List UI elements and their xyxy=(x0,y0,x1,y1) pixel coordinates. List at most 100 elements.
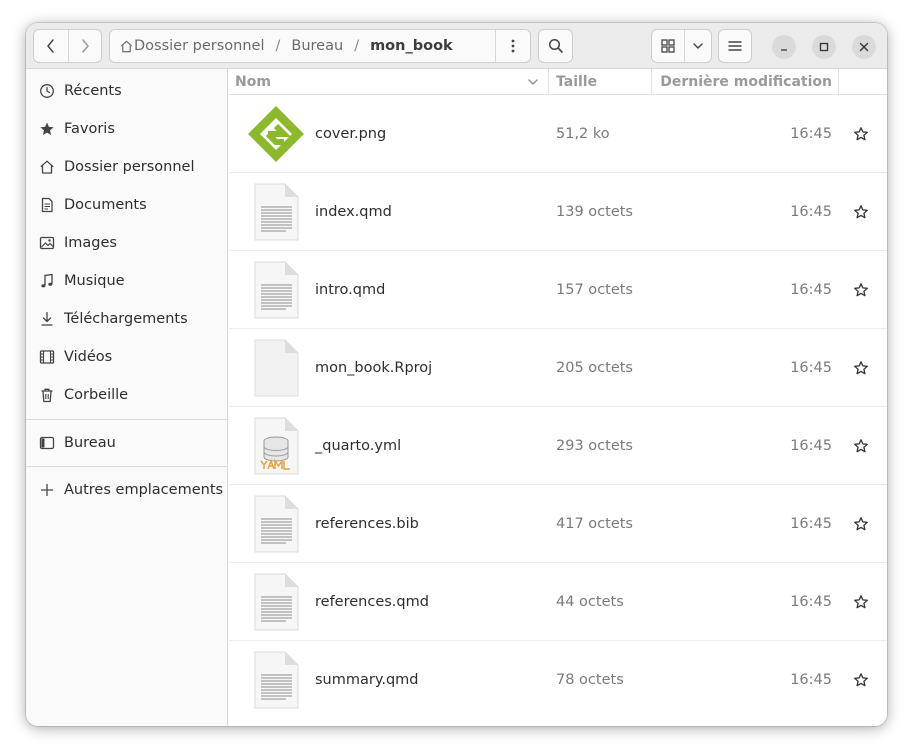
sidebar-item-music[interactable]: Musique xyxy=(26,262,227,300)
sidebar-item-videos[interactable]: Vidéos xyxy=(26,338,227,376)
maximize-button[interactable] xyxy=(812,35,836,59)
text-file-icon xyxy=(245,181,307,243)
file-modified: 16:45 xyxy=(790,516,832,532)
breadcrumb-home[interactable]: Dossier personnel xyxy=(134,38,265,54)
file-modified: 16:45 xyxy=(790,438,832,454)
star-outline-icon[interactable] xyxy=(853,360,869,376)
file-size: 51,2 ko xyxy=(556,126,610,142)
column-header-size[interactable]: Taille xyxy=(556,69,650,95)
file-row[interactable]: references.qmd 44 octets 16:45 xyxy=(229,563,887,641)
view-switcher xyxy=(651,29,712,63)
grid-view-button[interactable] xyxy=(652,30,684,62)
breadcrumb-bureau[interactable]: Bureau xyxy=(291,38,343,54)
back-button[interactable] xyxy=(34,30,68,62)
chevron-down-icon xyxy=(693,43,703,49)
yaml-file-icon xyxy=(245,415,307,477)
file-name: references.bib xyxy=(315,516,419,532)
trash-icon xyxy=(26,387,64,403)
star-outline-icon[interactable] xyxy=(853,516,869,532)
file-row[interactable]: summary.qmd 78 octets 16:45 xyxy=(229,641,887,719)
text-file-icon xyxy=(245,493,307,555)
star-outline-icon[interactable] xyxy=(853,204,869,220)
home-icon[interactable] xyxy=(110,39,134,54)
star-outline-icon[interactable] xyxy=(853,594,869,610)
file-name: references.qmd xyxy=(315,594,429,610)
column-header-modified[interactable]: Dernière modification xyxy=(652,69,832,95)
file-row[interactable]: cover.png 51,2 ko 16:45 xyxy=(229,95,887,173)
star-outline-icon[interactable] xyxy=(853,126,869,142)
star-outline-icon[interactable] xyxy=(853,282,869,298)
text-file-icon xyxy=(245,649,307,711)
sidebar-item-favorites[interactable]: Favoris xyxy=(26,110,227,148)
file-size: 139 octets xyxy=(556,204,633,220)
sidebar-item-other-locations[interactable]: Autres emplacements xyxy=(26,471,227,509)
sidebar-item-images[interactable]: Images xyxy=(26,224,227,262)
sidebar-item-label: Corbeille xyxy=(64,387,129,403)
file-name: summary.qmd xyxy=(315,672,419,688)
breadcrumb-separator: / xyxy=(275,38,281,54)
file-name: index.qmd xyxy=(315,204,392,220)
path-bar: Dossier personnel / Bureau / mon_book xyxy=(109,29,531,63)
view-options-button[interactable] xyxy=(684,30,711,62)
download-icon xyxy=(26,311,64,327)
column-header-label: Dernière modification xyxy=(660,74,832,90)
chevron-right-icon xyxy=(82,39,89,53)
file-modified: 16:45 xyxy=(790,672,832,688)
file-row[interactable]: mon_book.Rproj 205 octets 16:45 xyxy=(229,329,887,407)
sidebar-item-recents[interactable]: Récents xyxy=(26,72,227,110)
forward-button[interactable] xyxy=(67,30,102,62)
file-size: 293 octets xyxy=(556,438,633,454)
file-row[interactable]: _quarto.yml 293 octets 16:45 xyxy=(229,407,887,485)
sidebar-item-label: Documents xyxy=(64,197,147,213)
star-outline-icon[interactable] xyxy=(853,672,869,688)
sidebar-item-label: Téléchargements xyxy=(64,311,188,327)
search-icon xyxy=(548,38,563,53)
column-header-label: Nom xyxy=(235,74,271,90)
close-button[interactable] xyxy=(852,35,876,59)
sidebar-item-home[interactable]: Dossier personnel xyxy=(26,148,227,186)
sidebar-item-label: Vidéos xyxy=(64,349,113,365)
search-button[interactable] xyxy=(538,29,573,63)
close-icon xyxy=(859,42,869,52)
sidebar-item-label: Images xyxy=(64,235,117,251)
grid-icon xyxy=(661,39,675,53)
file-row[interactable]: references.bib 417 octets 16:45 xyxy=(229,485,887,563)
star-outline-icon[interactable] xyxy=(853,438,869,454)
header-bar: Dossier personnel / Bureau / mon_book xyxy=(26,23,887,69)
kebab-menu-icon xyxy=(511,39,515,53)
breadcrumb-separator: / xyxy=(354,38,360,54)
sidebar-item-label: Récents xyxy=(64,83,122,99)
sidebar-item-documents[interactable]: Documents xyxy=(26,186,227,224)
file-modified: 16:45 xyxy=(790,204,832,220)
list-header: Nom Taille Dernière modification xyxy=(229,69,887,95)
file-row[interactable]: index.qmd 139 octets 16:45 xyxy=(229,173,887,251)
file-modified: 16:45 xyxy=(790,360,832,376)
sidebar-item-trash[interactable]: Corbeille xyxy=(26,376,227,414)
sidebar-item-bureau[interactable]: Bureau xyxy=(26,424,227,462)
sidebar-item-label: Autres emplacements xyxy=(64,482,224,498)
path-menu-button[interactable] xyxy=(495,30,530,62)
sidebar-item-downloads[interactable]: Téléchargements xyxy=(26,300,227,338)
text-file-icon xyxy=(245,259,307,321)
desktop-icon xyxy=(26,435,64,451)
main-menu-button[interactable] xyxy=(718,29,752,63)
file-name: mon_book.Rproj xyxy=(315,360,433,376)
file-row[interactable]: intro.qmd 157 octets 16:45 xyxy=(229,251,887,329)
minimize-button[interactable] xyxy=(772,35,796,59)
column-divider xyxy=(548,69,549,95)
file-list: Nom Taille Dernière modification cover.p… xyxy=(229,69,887,726)
star-icon xyxy=(26,121,64,137)
blank-file-icon xyxy=(245,337,307,399)
sidebar-item-label: Bureau xyxy=(64,435,116,451)
file-modified: 16:45 xyxy=(790,594,832,610)
column-header-name[interactable]: Nom xyxy=(235,69,547,95)
navigation-buttons xyxy=(33,29,102,63)
minimize-icon xyxy=(781,49,787,51)
breadcrumb-current[interactable]: mon_book xyxy=(370,38,453,54)
file-size: 44 octets xyxy=(556,594,624,610)
file-name: intro.qmd xyxy=(315,282,386,298)
file-name: _quarto.yml xyxy=(315,438,402,454)
file-modified: 16:45 xyxy=(790,126,832,142)
home-icon xyxy=(26,159,64,175)
column-header-label: Taille xyxy=(556,74,598,90)
